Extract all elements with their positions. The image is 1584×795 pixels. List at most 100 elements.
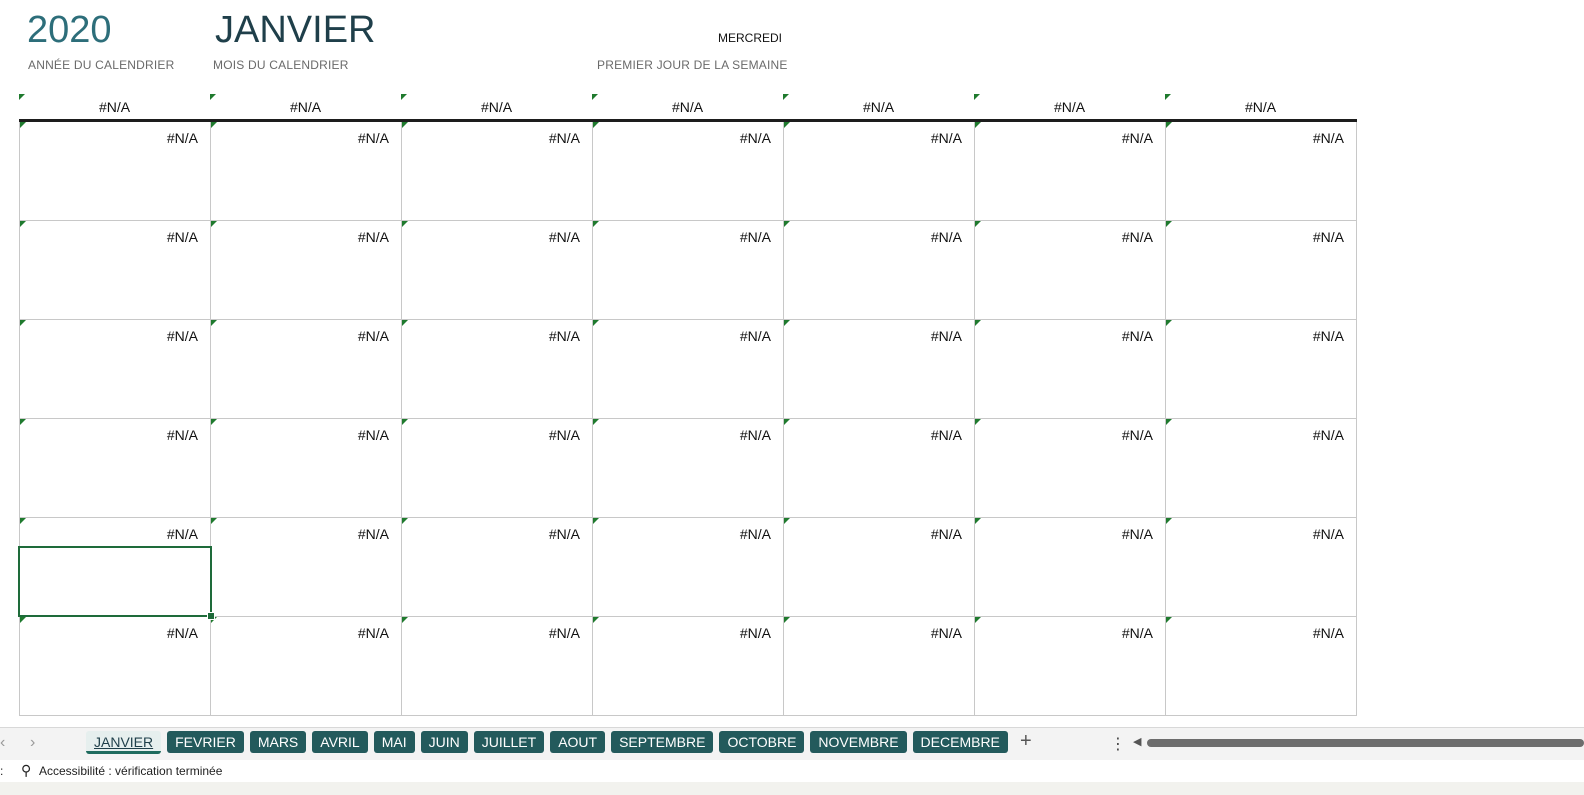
- day-cell[interactable]: #N/A: [20, 320, 211, 419]
- day-cell[interactable]: #N/A: [1166, 320, 1357, 419]
- day-number: #N/A: [930, 130, 962, 146]
- sheet-tab-mai[interactable]: MAI: [373, 731, 415, 753]
- sheet-tab-juin[interactable]: JUIN: [420, 731, 468, 753]
- sheet-tab-septembre[interactable]: SEPTEMBRE: [611, 731, 714, 753]
- day-number: #N/A: [1312, 526, 1344, 542]
- day-cell[interactable]: #N/A: [593, 221, 784, 320]
- more-options-icon[interactable]: ⋮: [1110, 734, 1126, 754]
- sheet-tab-aout[interactable]: AOUT: [550, 731, 606, 753]
- day-cell[interactable]: #N/A: [1166, 221, 1357, 320]
- day-cell[interactable]: #N/A: [975, 419, 1166, 518]
- scroll-tabs-left-icon[interactable]: ‹: [0, 734, 5, 752]
- day-number: #N/A: [548, 229, 580, 245]
- day-cell[interactable]: #N/A: [211, 320, 402, 419]
- horizontal-scrollbar[interactable]: ◀: [1133, 735, 1584, 749]
- day-number: #N/A: [1121, 328, 1153, 344]
- weekday-header[interactable]: #N/A: [974, 94, 1165, 120]
- day-cell[interactable]: #N/A: [975, 518, 1166, 617]
- sheet-tab-fevrier[interactable]: FEVRIER: [167, 731, 244, 753]
- error-indicator-icon: [402, 320, 408, 326]
- error-indicator-icon: [402, 122, 408, 128]
- day-number: #N/A: [1312, 229, 1344, 245]
- scroll-tabs-right-icon[interactable]: ›: [30, 734, 35, 752]
- day-cell[interactable]: #N/A: [402, 617, 593, 716]
- weekday-header[interactable]: #N/A: [783, 94, 974, 120]
- day-cell[interactable]: #N/A: [211, 518, 402, 617]
- day-cell[interactable]: #N/A: [593, 419, 784, 518]
- error-indicator-icon: [210, 94, 216, 100]
- day-cell[interactable]: #N/A: [1166, 122, 1357, 221]
- day-cell[interactable]: #N/A: [402, 518, 593, 617]
- first-day-value[interactable]: MERCREDI: [718, 31, 782, 45]
- weekday-header[interactable]: #N/A: [19, 94, 210, 120]
- day-cell[interactable]: #N/A: [975, 320, 1166, 419]
- sheet-tab-juillet[interactable]: JUILLET: [473, 731, 545, 753]
- day-cell[interactable]: #N/A: [211, 419, 402, 518]
- day-cell[interactable]: #N/A: [402, 122, 593, 221]
- day-cell[interactable]: #N/A: [975, 617, 1166, 716]
- day-cell[interactable]: #N/A: [784, 518, 975, 617]
- day-cell[interactable]: #N/A: [1166, 617, 1357, 716]
- day-cell[interactable]: #N/A: [975, 221, 1166, 320]
- weekday-header[interactable]: #N/A: [592, 94, 783, 120]
- day-cell[interactable]: #N/A: [402, 419, 593, 518]
- sheet-tab-mars[interactable]: MARS: [249, 731, 307, 753]
- error-indicator-icon: [1166, 221, 1172, 227]
- day-cell[interactable]: #N/A: [211, 617, 402, 716]
- day-number: #N/A: [357, 328, 389, 344]
- day-number: #N/A: [1121, 625, 1153, 641]
- weekday-header[interactable]: #N/A: [1165, 94, 1356, 120]
- day-cell[interactable]: #N/A: [784, 122, 975, 221]
- weekday-label: #N/A: [1244, 99, 1277, 115]
- sheet-tab-novembre[interactable]: NOVEMBRE: [810, 731, 907, 753]
- day-number: #N/A: [357, 130, 389, 146]
- day-number: #N/A: [548, 328, 580, 344]
- fill-handle[interactable]: [207, 612, 215, 620]
- day-number: #N/A: [166, 130, 198, 146]
- add-sheet-icon[interactable]: +: [1020, 730, 1032, 753]
- sheet-tab-avril[interactable]: AVRIL: [312, 731, 368, 753]
- day-cell[interactable]: #N/A: [784, 221, 975, 320]
- day-cell[interactable]: #N/A: [784, 320, 975, 419]
- day-cell[interactable]: #N/A: [211, 122, 402, 221]
- day-cell[interactable]: #N/A: [1166, 518, 1357, 617]
- day-number: #N/A: [1121, 526, 1153, 542]
- day-cell[interactable]: #N/A: [593, 122, 784, 221]
- error-indicator-icon: [20, 419, 26, 425]
- accessibility-icon[interactable]: ⚲: [21, 762, 31, 779]
- sheet-tab-decembre[interactable]: DECEMBRE: [912, 731, 1008, 753]
- day-cell[interactable]: #N/A: [784, 617, 975, 716]
- day-number: #N/A: [1312, 427, 1344, 443]
- day-cell[interactable]: #N/A: [402, 320, 593, 419]
- day-cell[interactable]: #N/A: [20, 221, 211, 320]
- day-cell[interactable]: #N/A: [1166, 419, 1357, 518]
- day-cell[interactable]: #N/A: [20, 617, 211, 716]
- sheet-tab-octobre[interactable]: OCTOBRE: [719, 731, 805, 753]
- day-cell[interactable]: #N/A: [402, 221, 593, 320]
- day-cell[interactable]: #N/A: [211, 221, 402, 320]
- day-cell[interactable]: #N/A: [593, 518, 784, 617]
- accessibility-status[interactable]: Accessibilité : vérification terminée: [39, 764, 222, 778]
- calendar-month: JANVIER: [215, 9, 376, 51]
- scroll-left-arrow-icon[interactable]: ◀: [1133, 735, 1141, 748]
- weekday-header[interactable]: #N/A: [401, 94, 592, 120]
- day-cell[interactable]: #N/A: [784, 419, 975, 518]
- selected-cell[interactable]: [18, 546, 215, 620]
- error-indicator-icon: [783, 94, 789, 100]
- day-cell[interactable]: #N/A: [20, 122, 211, 221]
- status-dots-icon: :: [0, 764, 4, 778]
- error-indicator-icon: [975, 419, 981, 425]
- sheet-tab-janvier[interactable]: JANVIER: [86, 731, 162, 754]
- day-cell[interactable]: #N/A: [20, 419, 211, 518]
- day-cell[interactable]: #N/A: [593, 320, 784, 419]
- month-label: MOIS DU CALENDRIER: [213, 58, 349, 72]
- error-indicator-icon: [402, 221, 408, 227]
- day-cell[interactable]: #N/A: [593, 617, 784, 716]
- day-number: #N/A: [357, 427, 389, 443]
- scrollbar-thumb[interactable]: [1147, 739, 1584, 747]
- day-number: #N/A: [1312, 328, 1344, 344]
- week-grid: #N/A #N/A #N/A #N/A #N/A #N/A #N/A #N/A #N/A #N/A…: [19, 122, 1357, 716]
- error-indicator-icon: [20, 320, 26, 326]
- weekday-header[interactable]: #N/A: [210, 94, 401, 120]
- day-cell[interactable]: #N/A: [975, 122, 1166, 221]
